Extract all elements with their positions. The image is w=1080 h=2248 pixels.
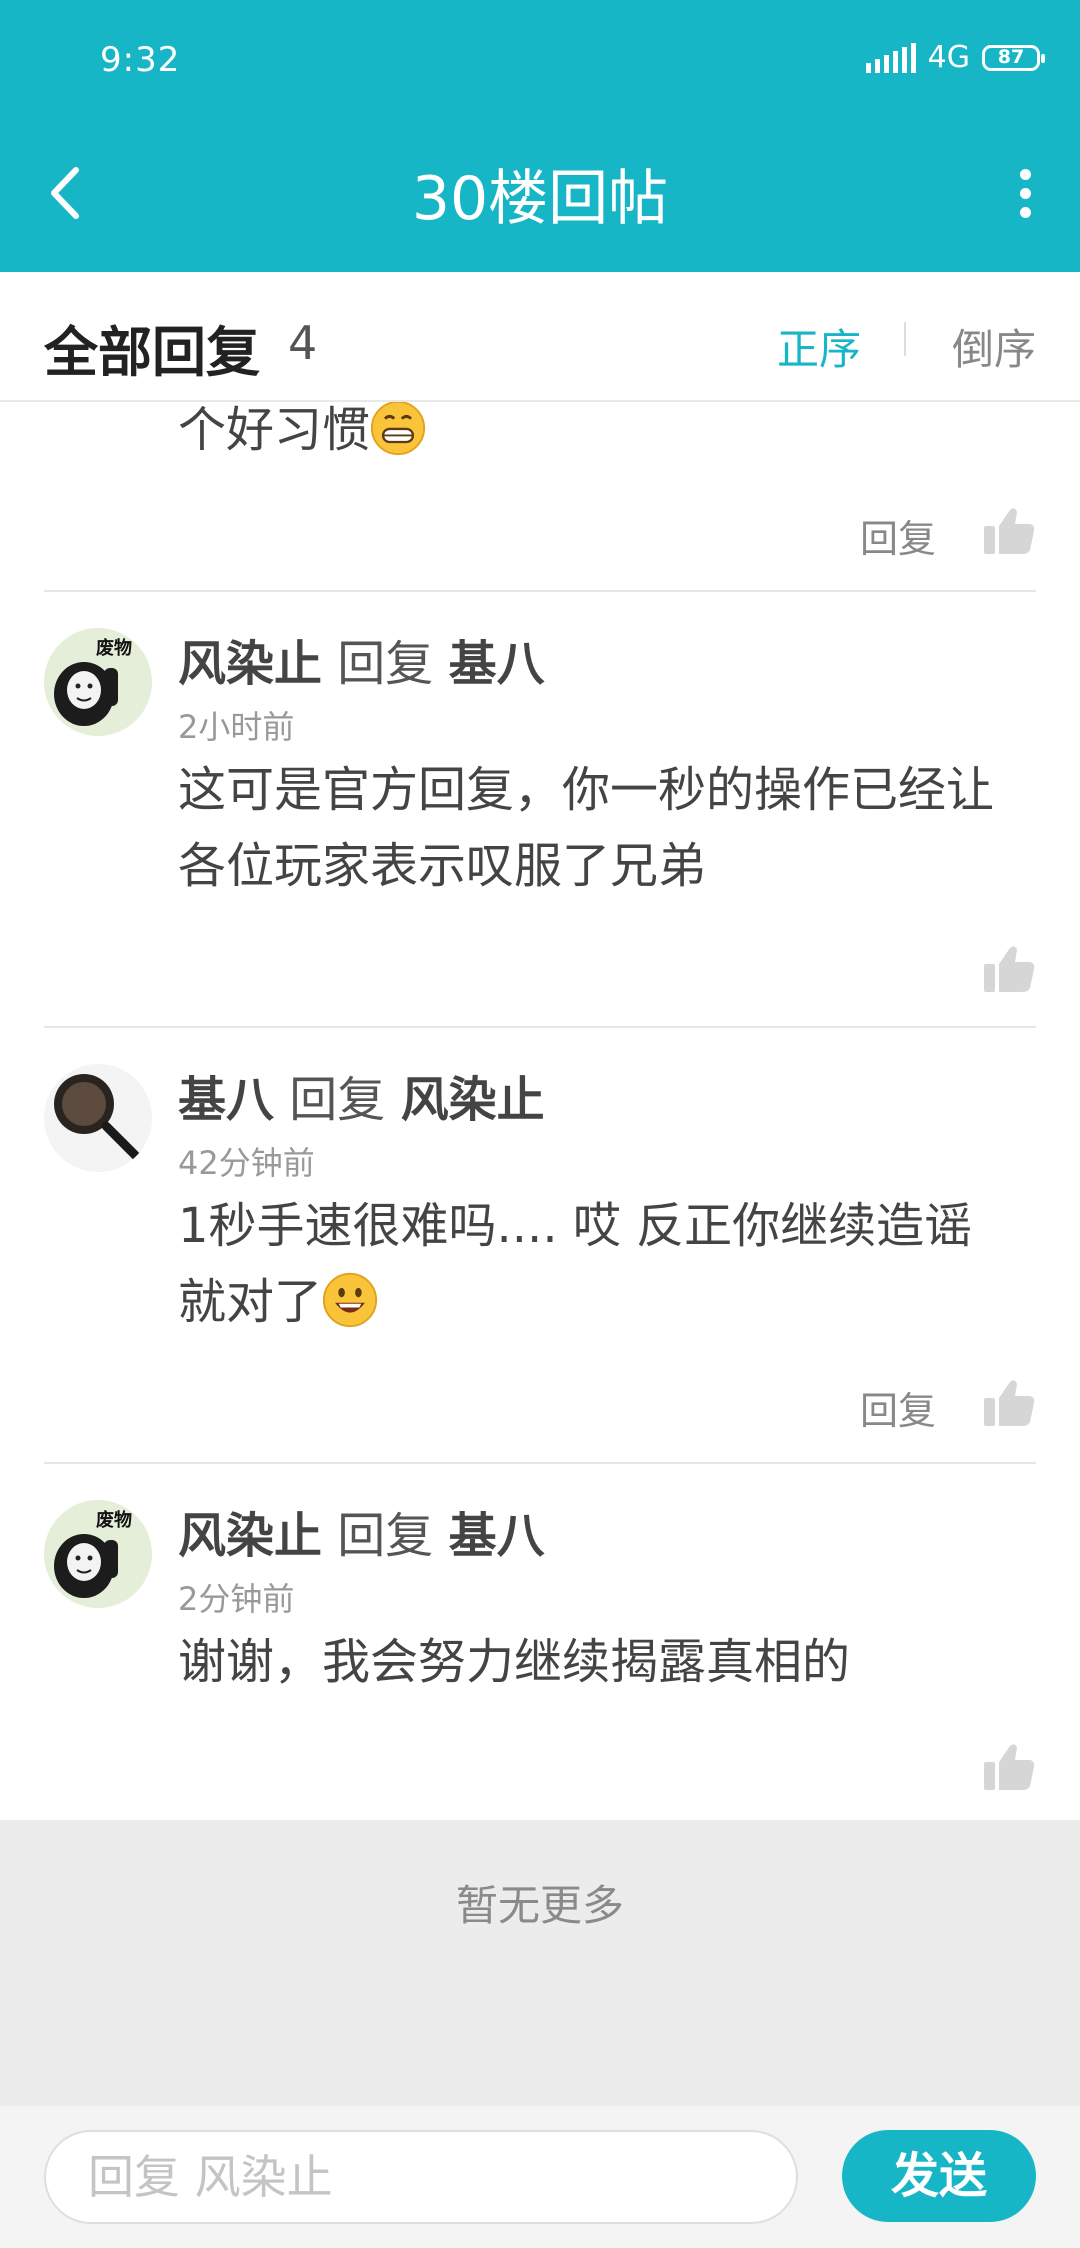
reply-header: 风染止 回复 基八	[178, 624, 545, 694]
list-footer: 暂无更多	[0, 1820, 1080, 2106]
status-time: 9:32	[100, 40, 181, 80]
reply-word: 回复	[337, 636, 434, 692]
grin-emoji-icon	[370, 402, 426, 456]
smile-emoji-icon	[322, 1272, 378, 1328]
replies-header: 全部回复 4 正序 倒序	[0, 272, 1080, 402]
page-title: 30楼回帖	[411, 164, 669, 234]
reply-word: 回复	[289, 1072, 386, 1128]
target-username[interactable]: 基八	[449, 636, 545, 692]
reply-content: 谢谢，我会努力继续揭露真相的	[178, 1624, 1038, 1700]
reply-text-line-2: 就对了	[178, 1264, 1038, 1340]
target-username[interactable]: 风染止	[401, 1072, 545, 1128]
timestamp: 42分钟前	[178, 1144, 315, 1182]
reply-text-line: 这可是官方回复，你一秒的操作已经让	[178, 762, 995, 818]
reply-content: 个好习惯	[178, 402, 1038, 468]
list-item[interactable]: 基八 回复 风染止 42分钟前 1秒手速很难吗.... 哎 反正你继续造谣 就对…	[0, 1028, 1080, 1462]
reply-count: 4	[288, 316, 318, 370]
app-header: 9:32 4G 87 30楼回帖	[0, 0, 1080, 272]
reply-button[interactable]: 回复	[860, 1380, 936, 1435]
signal-icon	[865, 42, 916, 73]
network-type: 4G	[927, 40, 970, 75]
list-item[interactable]: 废物 风染止 回复 基八 2小时前 这可是官方回复，你一秒的操作已经让 各位玩家…	[0, 592, 1080, 1026]
no-more-label: 暂无更多	[455, 1881, 624, 1930]
avatar[interactable]: 废物	[44, 628, 152, 736]
reply-list[interactable]: 个好习惯 回复 废物 风染止 回复 基八 2小时前 这可是官方回复，你一秒的操作…	[0, 402, 1080, 1820]
reply-header: 风染止 回复 基八	[178, 1496, 545, 1566]
thumbs-up-icon[interactable]	[982, 1376, 1036, 1430]
dot	[1019, 168, 1031, 180]
battery-icon: 87	[982, 44, 1045, 71]
timestamp: 2小时前	[178, 708, 295, 746]
avatar-caption: 废物	[96, 1510, 132, 1531]
reply-text: 个好习惯	[178, 402, 371, 458]
username[interactable]: 风染止	[178, 636, 322, 692]
frying-pan-icon	[44, 1064, 152, 1172]
avatar-caption: 废物	[96, 638, 132, 659]
reply-content: 1秒手速很难吗.... 哎 反正你继续造谣 就对了	[178, 1188, 1038, 1340]
reply-word: 回复	[337, 1508, 434, 1564]
list-item[interactable]: 废物 风染止 回复 基八 2分钟前 谢谢，我会努力继续揭露真相的	[0, 1464, 1080, 1820]
reply-input[interactable]: 回复 风染止	[44, 2130, 798, 2224]
avatar[interactable]	[44, 1064, 152, 1172]
all-replies-title: 全部回复	[44, 321, 260, 384]
reply-text-line: 谢谢，我会努力继续揭露真相的	[178, 1634, 851, 1690]
reply-text-line: 各位玩家表示叹服了兄弟	[178, 838, 707, 894]
reply-text-line: 1秒手速很难吗.... 哎 反正你继续造谣	[178, 1198, 973, 1254]
sort-descending-tab[interactable]: 倒序	[952, 316, 1036, 377]
thumbs-up-icon[interactable]	[982, 1740, 1036, 1794]
reply-button[interactable]: 回复	[860, 508, 936, 563]
username[interactable]: 风染止	[178, 1508, 322, 1564]
send-button[interactable]: 发送	[842, 2130, 1036, 2222]
thumbs-up-icon[interactable]	[982, 942, 1036, 996]
sort-divider	[904, 322, 906, 356]
list-item: 个好习惯 回复	[0, 402, 1080, 590]
reply-text: 就对了	[178, 1274, 323, 1330]
username[interactable]: 基八	[178, 1072, 274, 1128]
dot	[1019, 187, 1031, 199]
reply-content: 这可是官方回复，你一秒的操作已经让 各位玩家表示叹服了兄弟	[178, 752, 1038, 904]
reply-composer: 回复 风染止 发送	[0, 2106, 1080, 2248]
dot	[1019, 206, 1031, 218]
sort-ascending-tab[interactable]: 正序	[777, 316, 861, 377]
battery-level: 87	[997, 46, 1025, 68]
reply-header: 基八 回复 风染止	[178, 1060, 545, 1130]
timestamp: 2分钟前	[178, 1580, 295, 1618]
avatar[interactable]: 废物	[44, 1500, 152, 1608]
target-username[interactable]: 基八	[449, 1508, 545, 1564]
thumbs-up-icon[interactable]	[982, 504, 1036, 558]
more-menu-button[interactable]	[1000, 158, 1050, 228]
status-indicators: 4G 87	[865, 40, 1045, 75]
